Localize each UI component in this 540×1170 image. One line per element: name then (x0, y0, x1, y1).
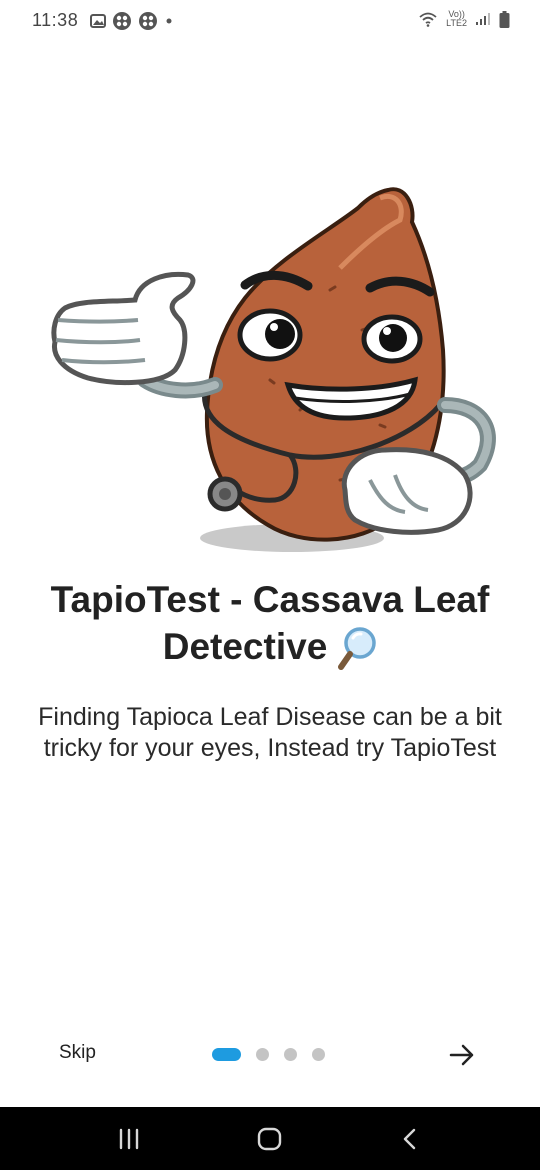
home-icon[interactable] (255, 1125, 285, 1153)
next-button[interactable] (448, 1042, 476, 1068)
wifi-icon (419, 12, 437, 27)
page-indicator-dot-active[interactable] (212, 1048, 241, 1061)
network-label-bottom: LTE2 (446, 18, 467, 28)
back-icon[interactable] (395, 1125, 425, 1153)
page-indicator-dot[interactable] (312, 1048, 325, 1061)
app-icon (139, 12, 157, 30)
page-indicator-dot[interactable] (284, 1048, 297, 1061)
arrow-right-icon (449, 1044, 474, 1066)
status-left-icons (90, 11, 174, 31)
network-label: Vo)) LTE2 (446, 10, 467, 28)
page-subtitle: Finding Tapioca Leaf Disease can be a bi… (38, 703, 502, 762)
battery-icon (499, 10, 510, 28)
status-bar: 11:38 Vo)) LTE2 (0, 0, 540, 40)
system-nav-bar (0, 1107, 540, 1170)
image-icon (90, 14, 106, 28)
magnifying-glass-icon (338, 627, 377, 671)
page-title: TapioTest - Cassava Leaf Detective (20, 576, 520, 672)
cassava-doctor-mascot (51, 187, 496, 552)
dot-icon (166, 18, 172, 24)
app-icon (113, 12, 131, 30)
onboarding-nav: Skip (0, 1030, 540, 1078)
page-indicator-dot[interactable] (256, 1048, 269, 1061)
signal-icon (476, 13, 490, 25)
page-title-text: TapioTest - Cassava Leaf Detective (50, 579, 490, 667)
page-indicator (212, 1048, 325, 1061)
recent-apps-icon[interactable] (114, 1125, 144, 1153)
status-time: 11:38 (32, 10, 79, 30)
skip-button[interactable]: Skip (59, 1042, 96, 1064)
status-right-icons: Vo)) LTE2 (418, 10, 510, 28)
